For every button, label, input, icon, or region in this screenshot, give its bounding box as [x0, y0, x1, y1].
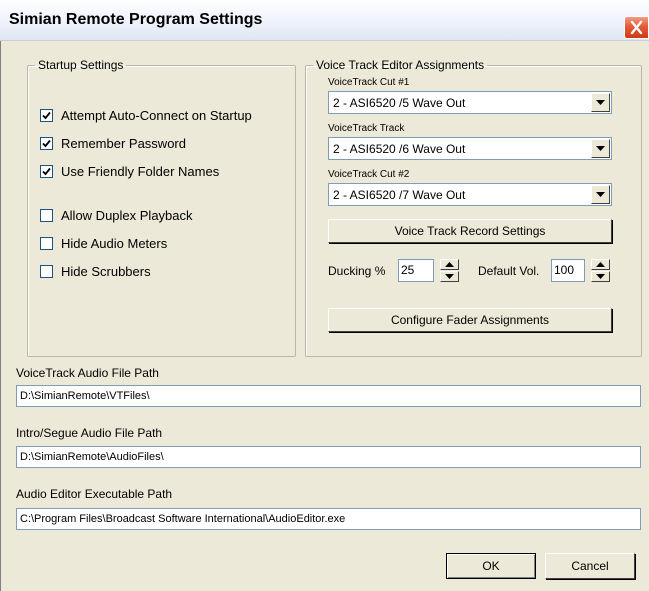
settings-dialog: Simian Remote Program Settings Startup S… — [0, 0, 649, 591]
arrow-up-icon — [445, 262, 454, 267]
checkbox-friendly-folder-names[interactable]: Use Friendly Folder Names — [40, 163, 219, 179]
default-vol-down-button[interactable] — [591, 271, 610, 282]
voice-track-editor-group: Voice Track Editor Assignments VoiceTrac… — [305, 58, 642, 357]
voicetrack-cut2-select[interactable]: 2 - ASI6520 /7 Wave Out — [328, 183, 612, 206]
cancel-button[interactable]: Cancel — [545, 553, 635, 579]
check-icon — [42, 167, 51, 175]
checkbox-duplex-playback[interactable]: Allow Duplex Playback — [40, 207, 193, 223]
default-vol-input[interactable]: 100 — [551, 259, 585, 282]
ok-button[interactable]: OK — [446, 553, 536, 579]
dialog-body: Startup Settings Attempt Auto-Connect on… — [0, 41, 649, 591]
checkbox-hide-audio-meters[interactable]: Hide Audio Meters — [40, 235, 167, 251]
check-icon — [42, 111, 51, 119]
window-title: Simian Remote Program Settings — [9, 11, 263, 28]
checkbox-box[interactable] — [40, 264, 53, 278]
chevron-down-icon — [596, 100, 605, 105]
arrow-up-icon — [596, 262, 605, 267]
ducking-label: Ducking % — [328, 264, 386, 278]
voice-track-record-settings-button[interactable]: Voice Track Record Settings — [328, 219, 612, 243]
dropdown-button[interactable] — [591, 139, 610, 158]
voicetrack-cut1-label: VoiceTrack Cut #1 — [328, 77, 410, 88]
voicetrack-cut2-label: VoiceTrack Cut #2 — [328, 169, 410, 180]
select-value: 2 - ASI6520 /7 Wave Out — [333, 188, 466, 202]
close-icon — [630, 20, 643, 35]
checkbox-box[interactable] — [40, 164, 53, 178]
ducking-input[interactable]: 25 — [398, 259, 434, 282]
arrow-down-icon — [596, 274, 605, 279]
configure-fader-assignments-button[interactable]: Configure Fader Assignments — [328, 308, 612, 332]
checkbox-label: Use Friendly Folder Names — [61, 163, 220, 179]
checkbox-box[interactable] — [40, 236, 53, 250]
intro-segue-path-label: Intro/Segue Audio File Path — [16, 426, 163, 440]
startup-settings-legend: Startup Settings — [38, 58, 124, 72]
checkbox-label: Attempt Auto-Connect on Startup — [61, 107, 252, 123]
voicetrack-cut1-select[interactable]: 2 - ASI6520 /5 Wave Out — [328, 91, 612, 114]
checkbox-box[interactable] — [40, 208, 53, 222]
checkbox-auto-connect[interactable]: Attempt Auto-Connect on Startup — [40, 107, 252, 123]
arrow-down-icon — [445, 274, 454, 279]
audio-editor-path-label: Audio Editor Executable Path — [16, 487, 173, 501]
close-button[interactable] — [624, 16, 649, 39]
checkbox-label: Remember Password — [61, 135, 186, 151]
default-vol-up-button[interactable] — [591, 259, 610, 270]
ducking-up-button[interactable] — [440, 259, 459, 270]
voicetrack-path-label: VoiceTrack Audio File Path — [16, 366, 159, 380]
checkbox-box[interactable] — [40, 136, 53, 150]
ducking-spinner[interactable] — [440, 259, 459, 282]
default-vol-label: Default Vol. — [478, 264, 540, 278]
intro-segue-path-input[interactable] — [16, 446, 641, 468]
checkbox-label: Hide Scrubbers — [61, 263, 151, 279]
startup-settings-group: Startup Settings Attempt Auto-Connect on… — [27, 58, 296, 357]
default-vol-spinner[interactable] — [591, 259, 610, 282]
voicetrack-path-input[interactable] — [16, 385, 641, 407]
audio-editor-path-input[interactable] — [16, 508, 641, 530]
checkbox-hide-scrubbers[interactable]: Hide Scrubbers — [40, 263, 151, 279]
title-bar[interactable]: Simian Remote Program Settings — [0, 0, 649, 41]
select-value: 2 - ASI6520 /5 Wave Out — [333, 96, 466, 110]
checkbox-box[interactable] — [40, 108, 53, 122]
voicetrack-track-select[interactable]: 2 - ASI6520 /6 Wave Out — [328, 137, 612, 160]
check-icon — [42, 139, 51, 147]
voicetrack-track-label: VoiceTrack Track — [328, 123, 405, 134]
dropdown-button[interactable] — [591, 93, 610, 112]
checkbox-label: Hide Audio Meters — [61, 235, 168, 251]
checkbox-label: Allow Duplex Playback — [61, 207, 193, 223]
chevron-down-icon — [596, 192, 605, 197]
window-border — [0, 41, 1, 591]
voice-track-editor-legend: Voice Track Editor Assignments — [316, 58, 485, 72]
ducking-down-button[interactable] — [440, 271, 459, 282]
dropdown-button[interactable] — [591, 185, 610, 204]
checkbox-remember-password[interactable]: Remember Password — [40, 135, 186, 151]
chevron-down-icon — [596, 146, 605, 151]
select-value: 2 - ASI6520 /6 Wave Out — [333, 142, 466, 156]
